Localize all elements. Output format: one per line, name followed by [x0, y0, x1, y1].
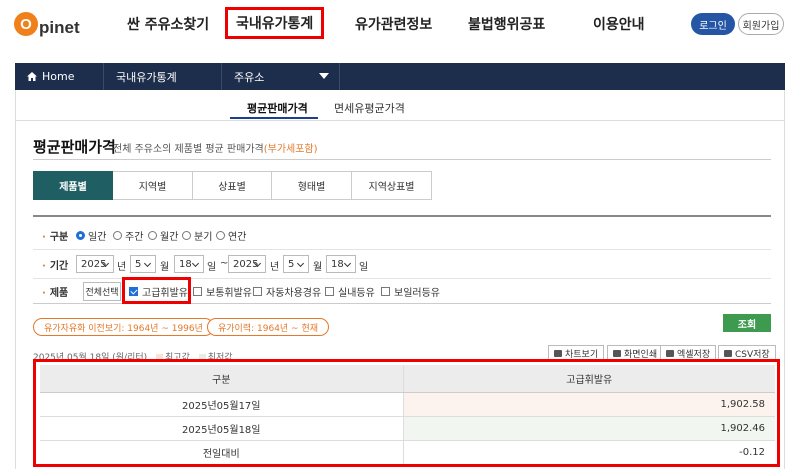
logo-mark: O — [14, 12, 38, 36]
nav-cheap-station[interactable]: 싼 주유소찾기 — [127, 14, 209, 34]
divider — [33, 159, 771, 160]
join-button[interactable]: 회원가입 — [738, 13, 784, 35]
nav-usage-guide[interactable]: 이용안내 — [593, 14, 645, 34]
checkbox-boiler-kerosene[interactable]: 보일러등유 — [381, 284, 440, 299]
period-label: 구분 — [42, 228, 68, 243]
print-icon — [613, 349, 621, 357]
radio-dot — [76, 230, 85, 240]
to-day-select[interactable]: 18 — [326, 255, 356, 273]
nav-domestic-price-stats[interactable]: 국내유가통계 — [224, 7, 325, 39]
radio-daily[interactable]: 일간 — [76, 228, 106, 243]
product-label: 제품 — [42, 284, 68, 299]
home-icon — [27, 72, 37, 81]
print-label: 화면인쇄 — [624, 349, 658, 360]
checkbox-box — [253, 287, 262, 296]
site-header: O pinet 싼 주유소찾기 국내유가통계 유가관련정보 불법행위공표 이용안… — [0, 0, 800, 50]
page-title: 평균판매가격 — [33, 138, 116, 156]
breadcrumb-home[interactable]: Home — [15, 63, 104, 90]
radio-weekly[interactable]: 주간 — [113, 228, 143, 243]
login-button[interactable]: 로그인 — [691, 13, 735, 35]
chart-icon — [554, 349, 562, 357]
checkbox-label: 실내등유 — [338, 288, 375, 299]
period-row: 구분 일간 주간 월간 분기 연간 — [33, 221, 771, 250]
tab-by-type[interactable]: 형태별 — [272, 171, 352, 200]
range-label: 기간 — [42, 257, 68, 272]
radio-monthly[interactable]: 월간 — [148, 228, 178, 243]
chart-view-label: 차트보기 — [565, 349, 599, 360]
category-tabs: 제품별 지역별 상표별 형태별 지역상표별 — [33, 171, 432, 200]
breadcrumb-home-label: Home — [42, 70, 75, 83]
radio-label: 주간 — [125, 231, 144, 243]
tab-by-brand[interactable]: 상표별 — [193, 171, 272, 200]
checkbox-label: 보일러등유 — [394, 288, 440, 299]
to-month-select[interactable]: 5 — [283, 255, 309, 273]
radio-dot — [113, 230, 122, 240]
breadcrumb-dropdown-label: 주유소 — [234, 70, 265, 84]
radio-dot — [148, 230, 157, 240]
radio-label: 연간 — [228, 231, 247, 243]
unit-label: 년 — [270, 262, 280, 273]
from-year-select[interactable]: 2025 — [76, 255, 114, 273]
radio-quarterly[interactable]: 분기 — [182, 228, 212, 243]
checkbox-box — [193, 287, 202, 296]
highlight-box — [122, 277, 191, 304]
from-month-select[interactable]: 5 — [130, 255, 156, 273]
breadcrumb-bar: Home 국내유가통계 주유소 — [15, 63, 785, 90]
checkbox-box — [381, 287, 390, 296]
radio-dot — [216, 230, 225, 240]
checkbox-regular-gasoline[interactable]: 보통휘발유 — [193, 284, 252, 299]
breadcrumb-dropdown[interactable]: 주유소 — [222, 63, 340, 90]
unit-label: 일 — [359, 262, 369, 273]
radio-label: 일간 — [88, 231, 107, 243]
unit-label: 년 — [117, 262, 127, 273]
date-range-row: 기간 2025 년 5 월 18 일 ~ 2025 년 5 월 18 일 — [33, 250, 771, 279]
from-day-select[interactable]: 18 — [174, 255, 204, 273]
page-description-text: 전체 주유소의 제품별 평균 판매가격 — [113, 144, 264, 155]
tab-by-product[interactable]: 제품별 — [33, 171, 113, 200]
subtab-tax-free-price[interactable]: 면세유평균가격 — [334, 100, 405, 116]
subtab-average-price[interactable]: 평균판매가격 — [247, 100, 308, 116]
opinet-logo[interactable]: O pinet — [14, 10, 80, 38]
highlight-box — [33, 359, 780, 467]
tab-by-region[interactable]: 지역별 — [113, 171, 193, 200]
history-link-full[interactable]: 유가이력: 1964년 ~ 현재 — [207, 318, 330, 336]
unit-label: 월 — [160, 262, 170, 273]
search-button[interactable]: 조회 — [723, 314, 771, 332]
radio-label: 분기 — [194, 231, 213, 243]
save-icon — [666, 349, 674, 357]
nav-illegal-disclosure[interactable]: 불법행위공표 — [468, 14, 545, 34]
save-icon — [724, 349, 732, 357]
history-link-pre-liberalization[interactable]: 유가자유화 이전보기: 1964년 ~ 1996년 — [33, 318, 214, 336]
vat-note: (부가세포함) — [263, 144, 318, 155]
checkbox-indoor-kerosene[interactable]: 실내등유 — [325, 284, 375, 299]
subtab-active-indicator — [230, 117, 318, 119]
radio-dot — [182, 230, 191, 240]
checkbox-box — [325, 287, 334, 296]
breadcrumb-section-label: 국내유가통계 — [116, 70, 177, 84]
checkbox-diesel[interactable]: 자동차용경유 — [253, 284, 321, 299]
tab-by-region-brand[interactable]: 지역상표별 — [352, 171, 432, 200]
divider — [15, 120, 785, 121]
select-all-button[interactable]: 전체선택 — [83, 282, 121, 301]
checkbox-label: 보통휘발유 — [206, 288, 252, 299]
to-year-select[interactable]: 2025 — [228, 255, 266, 273]
excel-save-label: 엑셀저장 — [677, 349, 711, 360]
radio-yearly[interactable]: 연간 — [216, 228, 246, 243]
breadcrumb-section[interactable]: 국내유가통계 — [104, 63, 222, 90]
nav-price-info[interactable]: 유가관련정보 — [355, 14, 432, 34]
unit-label: 월 — [313, 262, 323, 273]
csv-save-label: CSV저장 — [735, 349, 770, 360]
page-description: 전체 주유소의 제품별 평균 판매가격(부가세포함) — [113, 140, 318, 155]
radio-label: 월간 — [160, 231, 179, 243]
checkbox-label: 자동차용경유 — [266, 288, 322, 299]
logo-text: pinet — [39, 18, 80, 37]
unit-label: 일 — [207, 262, 217, 273]
chevron-down-icon — [319, 73, 329, 79]
